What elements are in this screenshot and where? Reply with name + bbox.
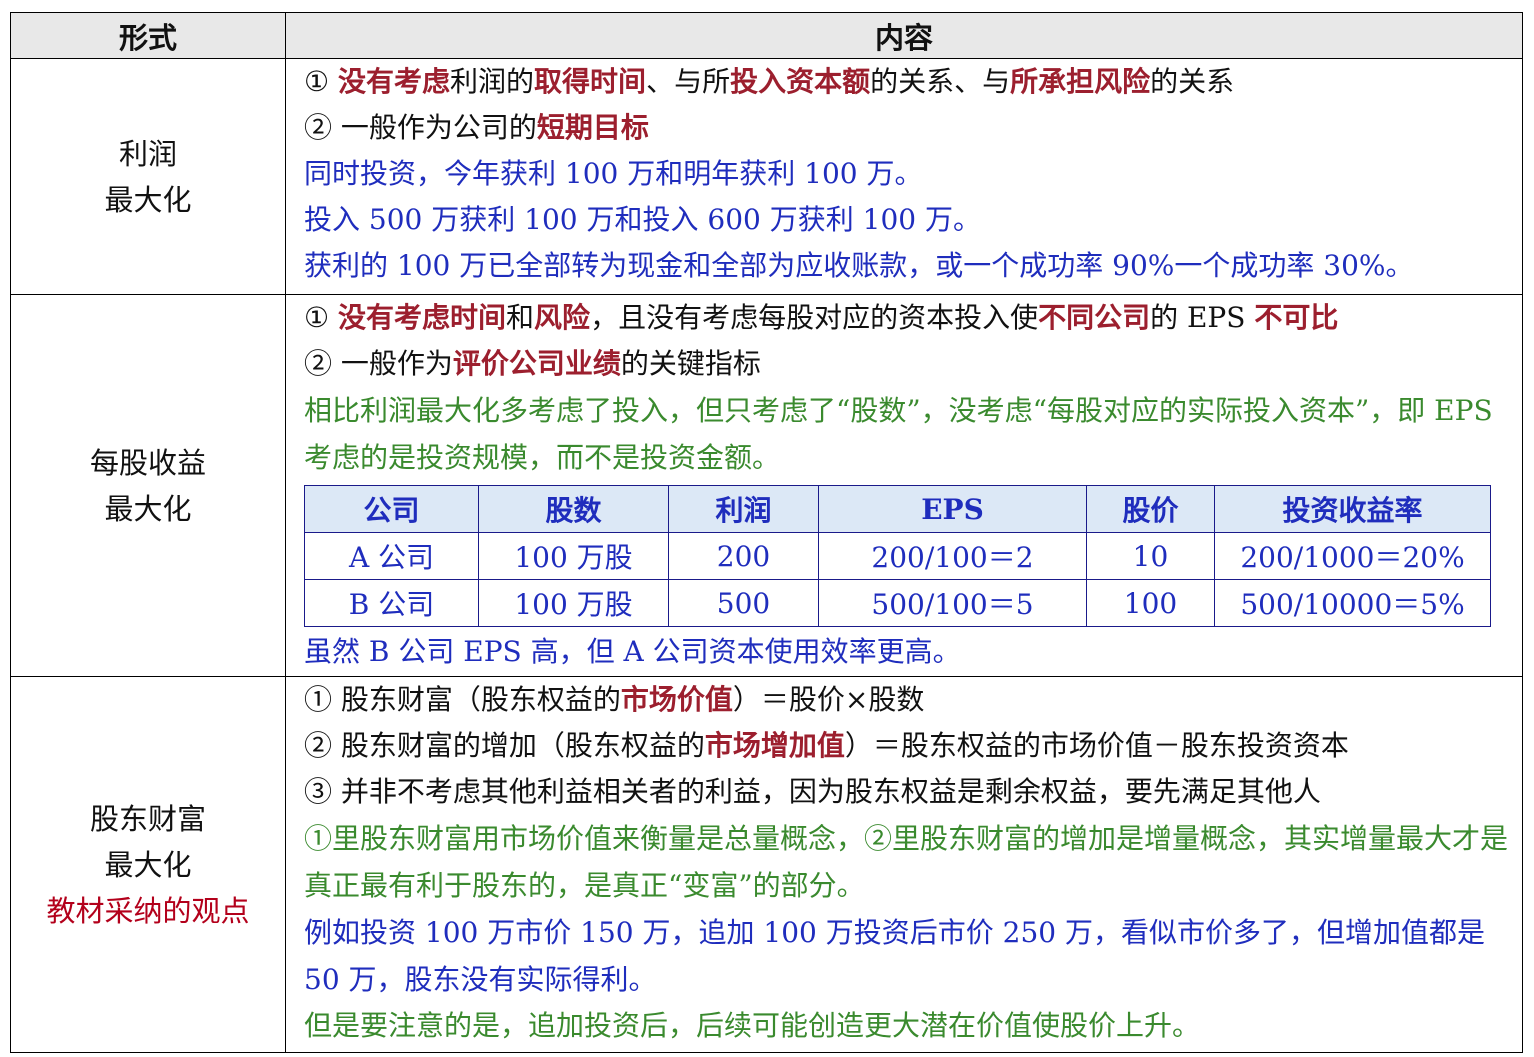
caution-line: 但是要注意的是，追加投资后，后续可能创造更大潜在价值使股价上升。 [304, 1009, 1201, 1042]
label-line: 最大化 [104, 182, 192, 217]
eps-cell: 200/100＝2 [818, 532, 1087, 580]
example-paragraph: 例如投资 100 万市价 150 万，追加 100 万投资后市价 250 万，看… [304, 916, 1485, 996]
conclusion-line: 虽然 B 公司 EPS 高，但 A 公司资本使用效率更高。 [304, 635, 961, 668]
highlight-text: 投入资本额 [730, 65, 871, 98]
objectives-table: 形式 内容 利润 最大化 ① 没有考虑利润的取得时间、与所投入资本额的关系、与所… [10, 12, 1523, 1053]
row-content-shareholder-wealth: ① 股东财富（股东权益的市场价值）＝股价×股数 ② 股东财富的增加（股东权益的市… [285, 676, 1523, 1053]
text-segment: ② 股东财富的增加（股东权益的 [304, 729, 705, 762]
eps-header-cell: 股价 [1086, 485, 1215, 533]
row-label-profit: 利润 最大化 [10, 58, 286, 295]
table-row-shareholder-wealth: 股东财富 最大化 教材采纳的观点 ① 股东财富（股东权益的市场价值）＝股价×股数… [10, 676, 1523, 1053]
eps-cell: 10 [1086, 532, 1215, 580]
eps-cell: 100 万股 [478, 532, 669, 580]
text-segment: ① 股东财富（股东权益的 [304, 683, 621, 716]
highlight-text: 风险 [534, 301, 591, 334]
content-line: ② 股东财富的增加（股东权益的市场增加值）＝股东权益的市场价值－股东投资资本 [304, 723, 1522, 769]
header-content: 内容 [285, 12, 1523, 59]
eps-cell: 100 万股 [478, 579, 669, 627]
text-segment: ① [304, 301, 339, 334]
highlight-text: 不同公司 [1038, 301, 1151, 334]
eps-header-cell: 股数 [478, 485, 669, 533]
highlight-text: 短期目标 [536, 111, 649, 144]
eps-header-cell: 利润 [668, 485, 819, 533]
eps-cell: 500/100＝5 [818, 579, 1087, 627]
eps-cell: 100 [1086, 579, 1215, 627]
adopted-view-note: 教材采纳的观点 [46, 893, 250, 928]
content-line: ① 没有考虑利润的取得时间、与所投入资本额的关系、与所承担风险的关系 [304, 59, 1522, 105]
highlight-text: 不可比 [1254, 301, 1339, 334]
table-header-row: 形式 内容 [10, 12, 1523, 59]
highlight-text: 没有考虑时间 [338, 301, 507, 334]
example-line: 投入 500 万获利 100 万和投入 600 万获利 100 万。 [304, 203, 981, 236]
example-line: 获利的 100 万已全部转为现金和全部为应收账款，或一个成功率 90%一个成功率… [304, 249, 1414, 282]
content-line: ① 没有考虑时间和风险，且没有考虑每股对应的资本投入使不同公司的 EPS 不可比 [304, 295, 1522, 341]
highlight-text: 市场增加值 [704, 729, 845, 762]
table-row-profit: 利润 最大化 ① 没有考虑利润的取得时间、与所投入资本额的关系、与所承担风险的关… [10, 58, 1523, 295]
example-line: 同时投资，今年获利 100 万和明年获利 100 万。 [304, 157, 923, 190]
eps-cell: A 公司 [304, 532, 479, 580]
eps-header-cell: 公司 [304, 485, 479, 533]
row-label-eps: 每股收益 最大化 [10, 294, 286, 677]
eps-header-cell: 投资收益率 [1214, 485, 1491, 533]
highlight-text: 取得时间 [534, 65, 647, 98]
header-form: 形式 [10, 12, 286, 59]
text-segment: 的关系 [1150, 65, 1235, 98]
table-row-eps: 每股收益 最大化 ① 没有考虑时间和风险，且没有考虑每股对应的资本投入使不同公司… [10, 294, 1523, 677]
eps-cell: B 公司 [304, 579, 479, 627]
label-line: 最大化 [104, 491, 192, 526]
analysis-paragraph: ①里股东财富用市场价值来衡量是总量概念，②里股东财富的增加是增量概念，其实增量最… [304, 822, 1509, 902]
row-content-profit: ① 没有考虑利润的取得时间、与所投入资本额的关系、与所承担风险的关系 ② 一般作… [285, 58, 1523, 295]
row-label-shareholder-wealth: 股东财富 最大化 教材采纳的观点 [10, 676, 286, 1053]
label-line: 每股收益 [89, 445, 206, 480]
highlight-text: 市场价值 [620, 683, 733, 716]
content-line: ② 一般作为评价公司业绩的关键指标 [304, 341, 1522, 387]
text-segment: ，且没有考虑每股对应的资本投入使 [590, 301, 1039, 334]
eps-comparison-table: 公司 股数 利润 EPS 股价 投资收益率 A 公司 100 万股 200 20… [304, 485, 1491, 627]
text-segment: 的关键指标 [620, 347, 761, 380]
text-segment: ① [304, 65, 339, 98]
text-segment: ② 一般作为公司的 [304, 111, 537, 144]
text-segment: ）＝股价×股数 [732, 683, 925, 716]
content-line: ② 一般作为公司的短期目标 [304, 105, 1522, 151]
table-row: A 公司 100 万股 200 200/100＝2 10 200/1000＝20… [304, 532, 1491, 580]
eps-table-header: 公司 股数 利润 EPS 股价 投资收益率 [304, 485, 1491, 533]
eps-cell: 200 [668, 532, 819, 580]
text-segment: 利润的 [450, 65, 535, 98]
text-segment: ）＝股东权益的市场价值－股东投资资本 [844, 729, 1349, 762]
highlight-text: 没有考虑 [338, 65, 451, 98]
label-line: 利润 [118, 136, 177, 171]
text-segment: 的关系、与 [870, 65, 1011, 98]
text-segment: 和 [506, 301, 535, 334]
row-content-eps: ① 没有考虑时间和风险，且没有考虑每股对应的资本投入使不同公司的 EPS 不可比… [285, 294, 1523, 677]
content-line: ③ 并非不考虑其他利益相关者的利益，因为股东权益是剩余权益，要先满足其他人 [304, 775, 1321, 808]
highlight-text: 所承担风险 [1010, 65, 1151, 98]
label-line: 最大化 [104, 847, 192, 882]
content-line: ① 股东财富（股东权益的市场价值）＝股价×股数 [304, 677, 1522, 723]
eps-cell: 500 [668, 579, 819, 627]
label-line: 股东财富 [89, 801, 206, 836]
table-row: B 公司 100 万股 500 500/100＝5 100 500/10000＝… [304, 579, 1491, 627]
text-segment: ② 一般作为 [304, 347, 453, 380]
analysis-paragraph: 相比利润最大化多考虑了投入，但只考虑了“股数”，没考虑“每股对应的实际投入资本”… [304, 394, 1493, 474]
text-segment: 、与所 [646, 65, 731, 98]
eps-cell: 200/1000＝20% [1214, 532, 1491, 580]
highlight-text: 评价公司业绩 [452, 347, 621, 380]
eps-cell: 500/10000＝5% [1214, 579, 1491, 627]
eps-header-cell: EPS [818, 485, 1087, 533]
text-segment: 的 EPS [1150, 301, 1255, 334]
